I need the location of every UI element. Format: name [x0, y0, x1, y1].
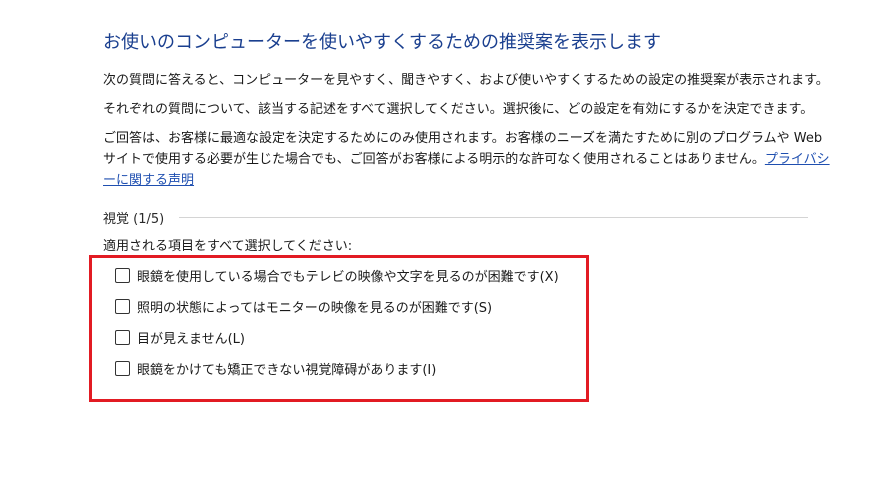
section-label: 視覚 (1/5)	[103, 212, 165, 227]
checkbox-label: 目が見えません(L)	[137, 331, 245, 347]
checkbox-option-uncorrectable[interactable]: 眼鏡をかけても矯正できない視覚障碍があります(I)	[115, 357, 436, 379]
checkbox-label: 眼鏡を使用している場合でもテレビの映像や文字を見るのが困難です(X)	[137, 269, 559, 285]
intro-paragraph-1: 次の質問に答えると、コンピューターを見やすく、聞きやすく、および使いやすくするた…	[103, 73, 829, 88]
privacy-note-text: ご回答は、お客様に最適な設定を決定するためにのみ使用されます。お客様のニーズを満…	[103, 131, 823, 167]
checkbox[interactable]	[115, 267, 130, 283]
checkbox-option-blind[interactable]: 目が見えません(L)	[115, 326, 245, 348]
intro-paragraph-2: それぞれの質問について、該当する記述をすべて選択してください。選択後に、どの設定…	[103, 102, 814, 117]
checkbox[interactable]	[115, 329, 130, 345]
checkbox-option-tv-text[interactable]: 眼鏡を使用している場合でもテレビの映像や文字を見るのが困難です(X)	[115, 264, 559, 286]
intro-paragraph-3: ご回答は、お客様に最適な設定を決定するためにのみ使用されます。お客様のニーズを満…	[103, 128, 833, 191]
checkbox[interactable]	[115, 298, 130, 314]
page-title: お使いのコンピューターを使いやすくするための推奨案を表示します	[103, 32, 661, 53]
instruction-text: 適用される項目をすべて選択してください:	[103, 239, 353, 254]
checkbox-option-monitor-lighting[interactable]: 照明の状態によってはモニターの映像を見るのが困難です(S)	[115, 295, 492, 317]
checkbox-label: 照明の状態によってはモニターの映像を見るのが困難です(S)	[137, 300, 493, 316]
section-header: 視覚 (1/5)	[103, 206, 808, 228]
section-divider	[179, 217, 808, 218]
checkbox[interactable]	[115, 360, 130, 376]
checkbox-label: 眼鏡をかけても矯正できない視覚障碍があります(I)	[137, 362, 437, 378]
